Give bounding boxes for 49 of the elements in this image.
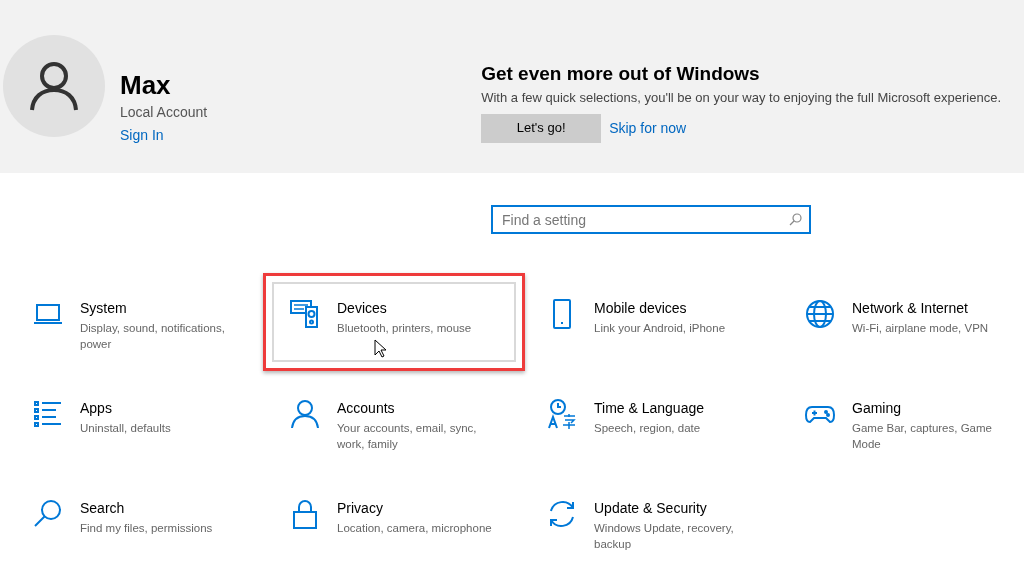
promo-title: Get even more out of Windows — [481, 62, 761, 86]
category-title: Update & Security — [594, 500, 708, 517]
category-tile[interactable]: Gaming Game Bar, captures, Game Mode — [787, 382, 1024, 462]
category-title: Gaming — [852, 400, 903, 417]
person-icon — [289, 398, 321, 430]
lets-go-button[interactable]: Let's go! — [481, 113, 602, 143]
category-tile[interactable]: Devices Bluetooth, printers, mouse — [272, 282, 516, 362]
category-tile[interactable]: Apps Uninstall, defaults — [15, 382, 259, 462]
category-description: Speech, region, date — [594, 421, 701, 436]
category-description: Find my files, permissions — [80, 521, 213, 536]
category-title: Time & Language — [594, 400, 704, 417]
list-icon — [32, 398, 64, 430]
category-description: Windows Update, recovery, backup — [594, 521, 735, 552]
category-description: Wi-Fi, airplane mode, VPN — [852, 321, 989, 336]
category-title: Accounts — [337, 400, 396, 417]
search-field[interactable]: Find a setting — [491, 205, 811, 234]
category-tile[interactable]: Privacy Location, camera, microphone — [272, 482, 516, 562]
category-description: Display, sound, notifications, power — [80, 321, 226, 352]
account-type: Local Account — [120, 103, 208, 122]
sign-in-link[interactable]: Sign In — [120, 125, 208, 146]
category-tile[interactable]: Accounts Your accounts, email, sync, work, family — [272, 382, 516, 462]
clock-language-icon — [546, 398, 578, 430]
person-icon — [28, 60, 80, 112]
category-title: Privacy — [337, 500, 384, 517]
account-name: Max — [120, 70, 172, 100]
search-icon — [789, 213, 802, 226]
category-description: Location, camera, microphone — [337, 521, 492, 536]
category-title: Mobile devices — [594, 300, 688, 317]
category-tile[interactable]: Search Find my files, permissions — [15, 482, 259, 562]
category-title: Search — [80, 500, 126, 517]
category-description: Your accounts, email, sync, work, family — [337, 421, 478, 452]
skip-link[interactable]: Skip for now — [609, 117, 687, 139]
category-tile[interactable]: Time & Language Speech, region, date — [529, 382, 773, 462]
category-tile[interactable]: Mobile devices Link your Android, iPhone — [529, 282, 773, 362]
category-description: Link your Android, iPhone — [594, 321, 726, 336]
category-tile[interactable]: Update & Security Windows Update, recovery, backup — [529, 482, 773, 562]
category-tile[interactable]: Network & Internet Wi-Fi, airplane mode, VPN — [787, 282, 1024, 362]
promo-text: With a few quick selections, you'll be on your way to enjoying the full Microsoft experience. — [481, 89, 1002, 107]
category-title: Apps — [80, 400, 113, 417]
cursor-icon — [374, 339, 386, 358]
category-description: Bluetooth, printers, mouse — [337, 321, 472, 336]
category-title: System — [80, 300, 128, 317]
category-title: Devices — [337, 300, 388, 317]
category-title: Network & Internet — [852, 300, 969, 317]
category-description: Uninstall, defaults — [80, 421, 171, 436]
category-tile[interactable]: System Display, sound, notifications, power — [15, 282, 259, 362]
category-description: Game Bar, captures, Game Mode — [852, 421, 993, 452]
keyboard-speaker-icon — [289, 298, 321, 330]
globe-icon — [804, 298, 836, 330]
